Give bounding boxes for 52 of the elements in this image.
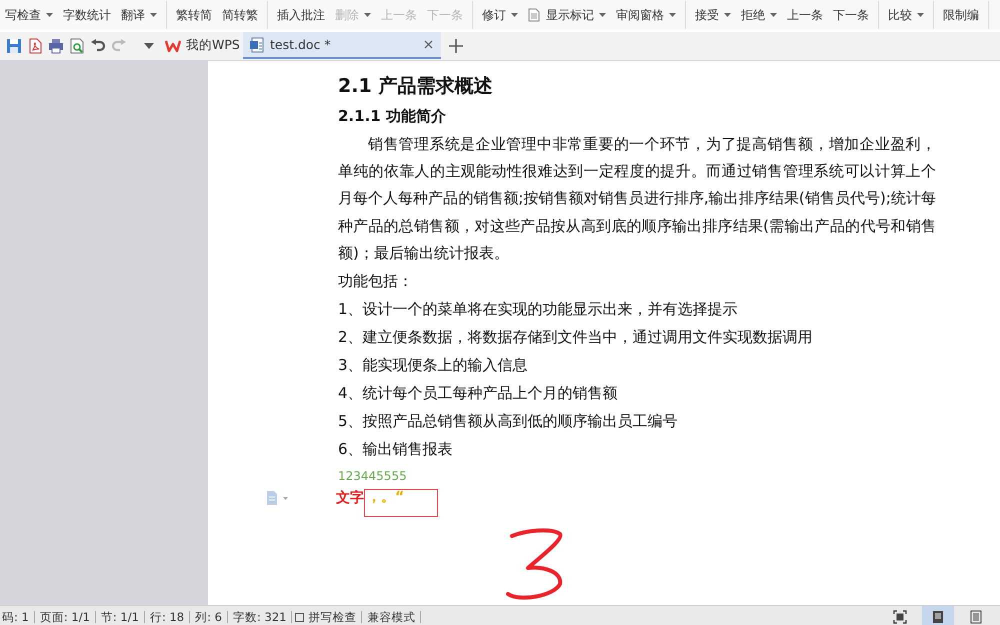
list-line: 2、建立便条数据，将数据存储到文件当中，通过调用文件实现数据调用 (338, 327, 814, 348)
status-text: 列: 6 (190, 611, 228, 623)
toolbar-button[interactable]: 下一条 (828, 4, 874, 26)
toolbar-button[interactable]: 简转繁 (217, 4, 263, 26)
page-view-icon (931, 610, 945, 624)
toolbar-button[interactable]: 繁转简 (171, 4, 217, 26)
print-preview-icon[interactable] (69, 38, 85, 54)
text-line: 文字 (336, 489, 364, 508)
status-text: 节: 1/1 (96, 611, 145, 623)
new-tab-icon[interactable] (449, 39, 463, 53)
undo-icon[interactable] (90, 38, 106, 54)
heading: 2.1 产品需求概述 (338, 74, 494, 99)
toolbar-button[interactable]: 翻译 (116, 4, 162, 26)
toolbar-button[interactable]: 拒绝 (736, 4, 782, 26)
status-text: 字数: 321 (228, 611, 292, 623)
save-icon[interactable] (6, 38, 22, 54)
list-line: 1、设计一个的菜单将在实现的功能显示出来，并有选择提示 (338, 299, 739, 320)
list-line: 功能包括： (338, 271, 414, 292)
status-text: 兼容模式 (362, 611, 422, 623)
text-line: 123445555 (338, 468, 408, 486)
list-line: 4、统计每个员工每种产品上个月的销售额 (338, 383, 619, 404)
status-text: 页面: 1/1 (34, 611, 96, 623)
pdf-icon[interactable] (27, 38, 43, 54)
selection-box: ，。“ (364, 489, 438, 518)
status-text: 码: 1 (0, 611, 35, 623)
document-tab[interactable]: 我的WPS (159, 32, 243, 59)
document-icon (528, 8, 540, 22)
document-icon (249, 36, 265, 52)
fullscreen-icon (893, 610, 907, 624)
toolbar-button[interactable]: 比较 (883, 4, 929, 26)
close-icon[interactable] (424, 40, 433, 49)
toolbar-button[interactable]: 字数统计 (58, 4, 116, 26)
toolbar-button[interactable]: 审阅窗格 (611, 4, 681, 26)
list-line: 5、按照产品总销售额从高到低的顺序输出员工编号 (338, 411, 679, 432)
toolbar-button[interactable]: 上一条 (782, 4, 828, 26)
document-tab[interactable]: test.doc * (243, 32, 441, 59)
toolbar-button[interactable]: 显示标记 (523, 4, 611, 26)
subheading: 2.1.1 功能简介 (338, 106, 447, 127)
toolbar-button[interactable]: 限制编 (938, 4, 984, 26)
checkbox[interactable]: 拼写检查 (292, 611, 362, 623)
dropdown-caret-icon[interactable] (144, 43, 154, 49)
list-view-icon (969, 610, 983, 624)
list-line: 6、输出销售报表 (338, 439, 454, 460)
toolbar-button[interactable]: 修订 (477, 4, 523, 26)
print-icon[interactable] (48, 38, 64, 54)
status-text: 行: 18 (144, 611, 190, 623)
page-view-button[interactable] (922, 606, 954, 625)
toolbar-button[interactable]: 写检查 (0, 4, 58, 26)
list-line: 3、能实现便条上的输入信息 (338, 355, 529, 376)
paragraph: 销售管理系统是企业管理中非常重要的一个环节，为了提高销售额，增加企业盈利，单纯的依靠人的主观能动性很难达到一定程度的提升。而通过销售管理系统可以计算上个月每个人每种产品的销售额;按销售额对销售员进行排序,输出排序结果(销售员代号);统计每种产品的总销售额，对这些产品按从高到底的顺序输出排序结果(需输出产品的代号和销售额)；最后输出统计报表。 (338, 134, 936, 264)
toolbar-button[interactable]: 插入批注 (272, 4, 330, 26)
toolbar-button[interactable]: 接受 (690, 4, 736, 26)
